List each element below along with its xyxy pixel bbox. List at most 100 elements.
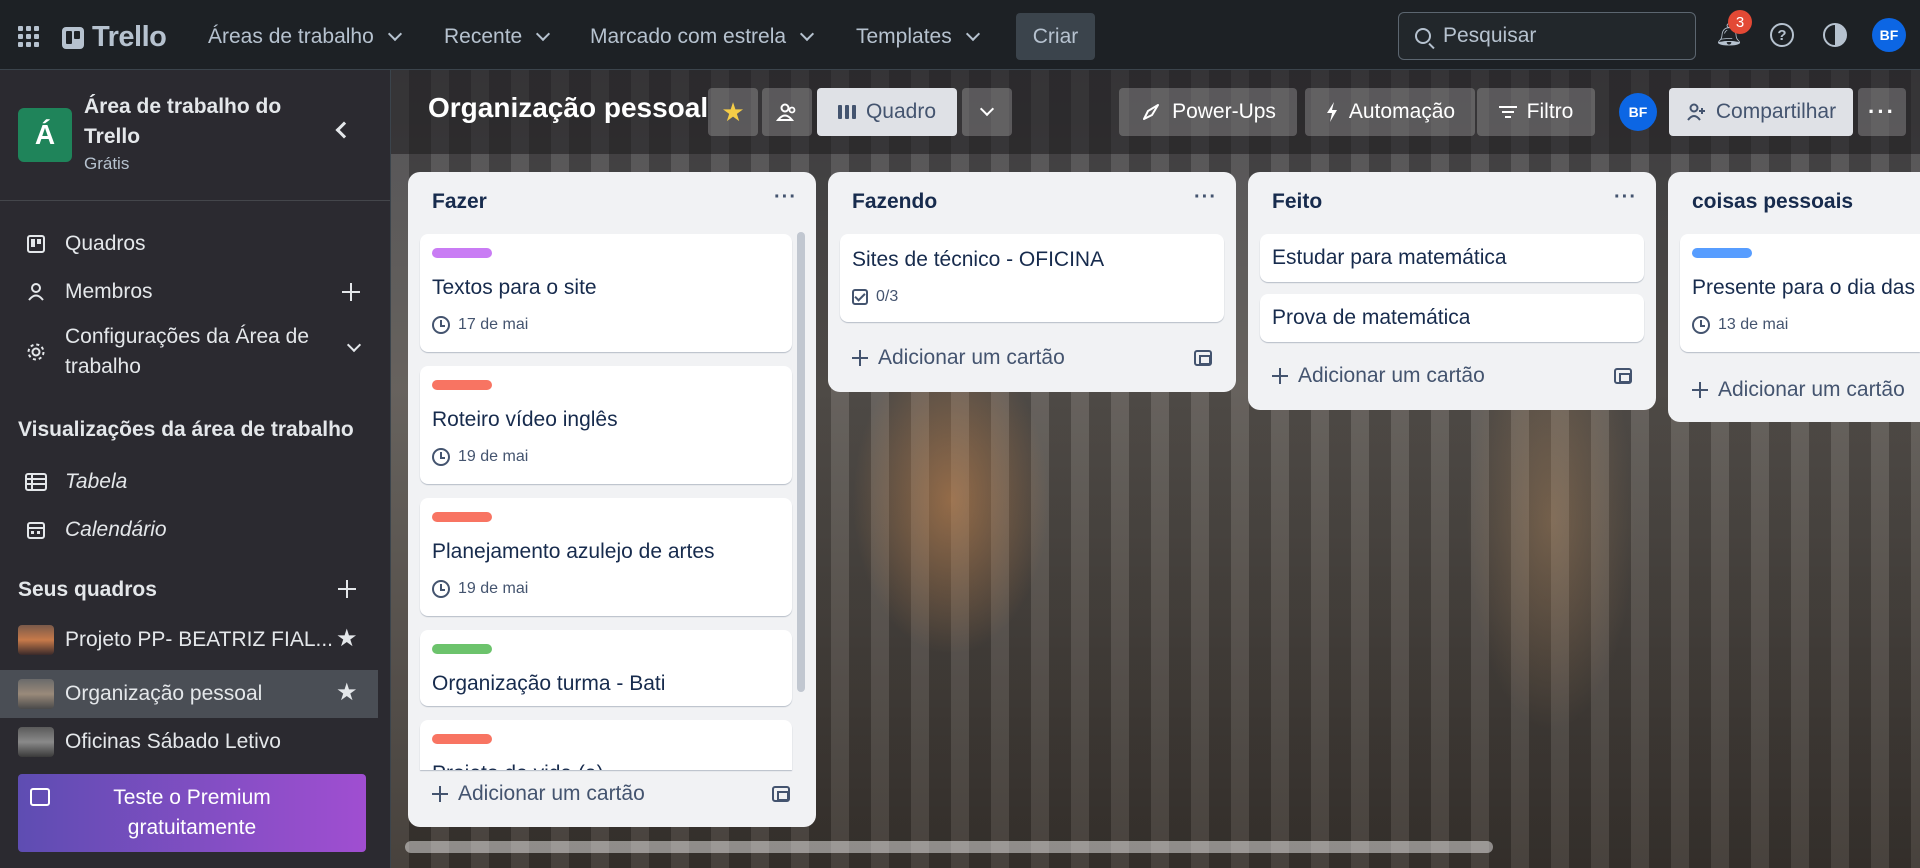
list-menu-icon[interactable]: ··· bbox=[1194, 186, 1217, 209]
create-button[interactable]: Criar bbox=[1016, 13, 1095, 60]
trello-logo[interactable]: Trello bbox=[62, 21, 167, 54]
card[interactable]: Projeto de vida (a) bbox=[420, 720, 792, 770]
add-card-button[interactable]: Adicionar um cartão bbox=[1692, 378, 1905, 402]
chevron-down-icon bbox=[800, 26, 815, 42]
account-avatar[interactable]: BF bbox=[1872, 18, 1906, 52]
list-fazendo: Fazendo ··· Sites de técnico - OFICINA 0… bbox=[828, 172, 1236, 392]
chevron-down-icon bbox=[346, 337, 362, 353]
list-scrollbar[interactable] bbox=[797, 232, 805, 692]
plus-icon bbox=[852, 350, 868, 366]
add-member-icon[interactable] bbox=[342, 283, 360, 301]
card-title: Sites de técnico - OFICINA bbox=[852, 248, 1105, 271]
board-icon bbox=[24, 232, 48, 256]
sidebar-board-item[interactable]: Projeto PP- BEATRIZ FIAL... ★ bbox=[0, 622, 378, 658]
automation-button[interactable]: Automação bbox=[1305, 88, 1475, 136]
card-label bbox=[1692, 248, 1752, 258]
board-menu-button[interactable]: ··· bbox=[1858, 88, 1906, 136]
board-thumbnail bbox=[18, 625, 54, 655]
board-horizontal-scrollbar[interactable] bbox=[405, 841, 1493, 853]
board-title[interactable]: Organização pessoal bbox=[428, 92, 708, 124]
visibility-button[interactable] bbox=[762, 88, 812, 136]
search-icon bbox=[1415, 28, 1431, 44]
power-ups-button[interactable]: Power-Ups bbox=[1119, 88, 1297, 136]
card-title: Presente para o dia das mães bbox=[1692, 276, 1920, 299]
theme-toggle-icon[interactable] bbox=[1822, 22, 1848, 48]
menu-label: Recente bbox=[444, 25, 523, 48]
card[interactable]: Sites de técnico - OFICINA 0/3 bbox=[840, 234, 1224, 322]
card[interactable]: Planejamento azulejo de artes 19 de mai bbox=[420, 498, 792, 616]
sidebar-item-boards[interactable]: Quadros bbox=[0, 226, 378, 262]
add-card-button[interactable]: Adicionar um cartão bbox=[1272, 364, 1485, 388]
menu-label: Marcado com estrela bbox=[590, 25, 787, 48]
view-switcher-button[interactable]: Quadro bbox=[817, 88, 957, 136]
card-title: Projeto de vida (a) bbox=[432, 762, 604, 770]
sidebar-item-members[interactable]: Membros bbox=[0, 274, 378, 310]
star-icon[interactable]: ★ bbox=[336, 624, 358, 653]
card-title: Textos para o site bbox=[432, 276, 597, 299]
power-ups-label: Power-Ups bbox=[1172, 100, 1276, 123]
add-board-icon[interactable] bbox=[338, 580, 356, 598]
due-date: 19 de mai bbox=[458, 448, 529, 465]
share-button[interactable]: Compartilhar bbox=[1669, 88, 1853, 136]
list-title[interactable]: Fazendo bbox=[852, 190, 937, 214]
list-coisas-pessoais: coisas pessoais Presente para o dia das … bbox=[1668, 172, 1920, 422]
sidebar-item-settings[interactable]: Configurações da Área de trabalho bbox=[0, 322, 378, 382]
gear-icon bbox=[24, 340, 48, 364]
sidebar-item-label: Configurações da Área de trabalho bbox=[65, 325, 309, 378]
filter-button[interactable]: Filtro bbox=[1477, 88, 1595, 136]
collapse-sidebar-icon[interactable] bbox=[335, 121, 353, 139]
clock-icon bbox=[432, 448, 450, 466]
boards-section-title: Seus quadros bbox=[18, 578, 157, 601]
help-icon[interactable]: ? bbox=[1769, 22, 1795, 48]
due-date: 17 de mai bbox=[458, 316, 529, 333]
add-card-button[interactable]: Adicionar um cartão bbox=[432, 782, 645, 806]
create-from-template-icon[interactable] bbox=[772, 786, 790, 802]
workspace-name[interactable]: Área de trabalho do Trello bbox=[84, 92, 314, 152]
create-from-template-icon[interactable] bbox=[1614, 368, 1632, 384]
list-title[interactable]: coisas pessoais bbox=[1692, 190, 1853, 214]
add-card-button[interactable]: Adicionar um cartão bbox=[852, 346, 1065, 370]
sidebar-item-calendar[interactable]: Calendário bbox=[0, 512, 378, 548]
card[interactable]: Roteiro vídeo inglês 19 de mai bbox=[420, 366, 792, 484]
workspace-header: Á Área de trabalho do Trello Grátis bbox=[0, 70, 390, 201]
menu-starred[interactable]: Marcado com estrela bbox=[578, 15, 824, 59]
view-dropdown-button[interactable] bbox=[962, 88, 1012, 136]
create-from-template-icon[interactable] bbox=[1194, 350, 1212, 366]
card[interactable]: Presente para o dia das mães 13 de mai bbox=[1680, 234, 1920, 352]
workspace-plan: Grátis bbox=[84, 154, 130, 173]
chevron-down-icon bbox=[965, 26, 980, 42]
sidebar-item-table[interactable]: Tabela bbox=[0, 464, 378, 500]
card[interactable]: Textos para o site 17 de mai bbox=[420, 234, 792, 352]
board-member-avatar[interactable]: BF bbox=[1619, 93, 1657, 131]
list-title[interactable]: Feito bbox=[1272, 190, 1322, 214]
try-premium-button[interactable]: Teste o Premium gratuitamente bbox=[18, 774, 366, 852]
table-icon bbox=[24, 470, 48, 494]
filter-icon bbox=[1498, 106, 1517, 118]
star-board-button[interactable]: ★ bbox=[708, 88, 758, 136]
list-menu-icon[interactable]: ··· bbox=[1614, 186, 1637, 209]
card[interactable]: Prova de matemática bbox=[1260, 294, 1644, 342]
rocket-icon bbox=[1143, 104, 1160, 120]
list-title[interactable]: Fazer bbox=[432, 190, 487, 214]
brand-name: Trello bbox=[92, 21, 167, 53]
card[interactable]: Organização turma - Bati bbox=[420, 630, 792, 706]
add-card-label: Adicionar um cartão bbox=[1298, 364, 1485, 387]
due-date-badge: 19 de mai bbox=[432, 580, 528, 598]
search-input[interactable]: Pesquisar bbox=[1398, 12, 1696, 60]
app-switcher-icon[interactable] bbox=[16, 24, 40, 48]
menu-templates[interactable]: Templates bbox=[844, 15, 990, 59]
menu-recent[interactable]: Recente bbox=[432, 15, 560, 59]
card[interactable]: Estudar para matemática bbox=[1260, 234, 1644, 282]
sidebar: Á Área de trabalho do Trello Grátis Quad… bbox=[0, 70, 391, 868]
menu-workspaces[interactable]: Áreas de trabalho bbox=[196, 15, 412, 59]
add-card-label: Adicionar um cartão bbox=[878, 346, 1065, 369]
sidebar-board-item[interactable]: Oficinas Sábado Letivo bbox=[0, 724, 378, 760]
add-person-icon bbox=[1687, 103, 1705, 121]
star-icon[interactable]: ★ bbox=[336, 678, 358, 707]
workspace-logo: Á bbox=[18, 108, 72, 162]
list-fazer: Fazer ··· Textos para o site 17 de mai R… bbox=[408, 172, 816, 827]
list-menu-icon[interactable]: ··· bbox=[774, 186, 797, 209]
due-date-badge: 19 de mai bbox=[432, 448, 528, 466]
sidebar-board-item-active[interactable]: Organização pessoal ★ bbox=[0, 670, 378, 718]
add-card-label: Adicionar um cartão bbox=[1718, 378, 1905, 401]
